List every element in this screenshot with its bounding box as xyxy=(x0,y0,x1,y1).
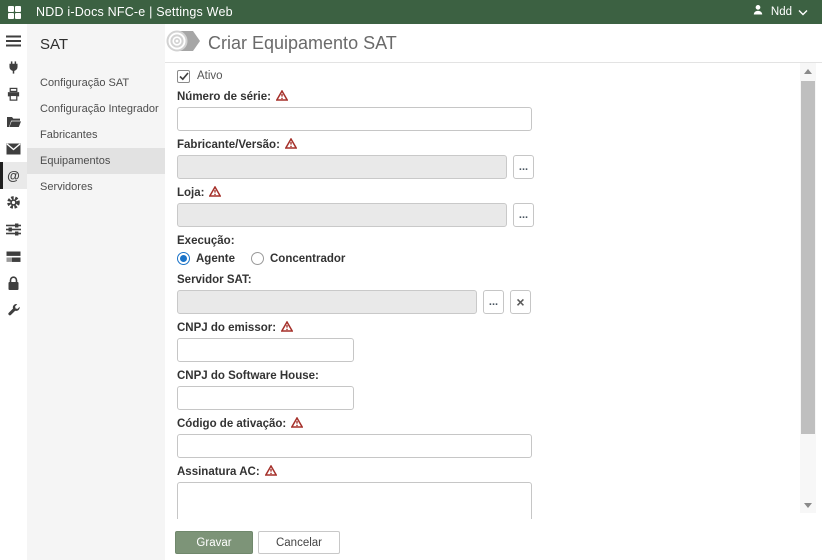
servidor-sat-label: Servidor SAT: xyxy=(177,273,252,286)
fabricante-versao-input xyxy=(177,155,507,179)
gear-icon[interactable] xyxy=(0,189,27,216)
assinatura-ac-textarea[interactable] xyxy=(177,482,532,519)
vertical-scrollbar[interactable] xyxy=(800,63,816,513)
menu-icon[interactable] xyxy=(0,27,27,54)
form-scroll-region: Ativo Número de série: Fabricante/Versão… xyxy=(165,62,822,519)
scroll-down-arrow[interactable] xyxy=(800,497,816,513)
active-checkbox-label: Ativo xyxy=(197,70,223,82)
radio-concentrador[interactable]: Concentrador xyxy=(250,252,345,265)
radio-agente[interactable]: Agente xyxy=(177,252,235,265)
active-checkbox[interactable]: Ativo xyxy=(177,69,822,83)
folder-open-icon[interactable] xyxy=(0,108,27,135)
radio-selected-icon xyxy=(177,252,190,265)
cancel-button[interactable]: Cancelar xyxy=(258,531,340,554)
codigo-ativacao-label: Código de ativação: xyxy=(177,416,822,431)
sidebar: SAT Configuração SAT Configuração Integr… xyxy=(27,24,165,560)
cnpj-emissor-label: CNPJ do emissor: xyxy=(177,320,822,335)
save-button[interactable]: Gravar xyxy=(175,531,253,554)
servidor-sat-clear-button[interactable]: × xyxy=(510,290,531,314)
warning-triangle-icon xyxy=(275,89,289,104)
icon-rail: @ xyxy=(0,24,27,560)
chevron-down-icon xyxy=(798,3,808,21)
warning-triangle-icon xyxy=(284,137,298,152)
lock-icon[interactable] xyxy=(0,270,27,297)
apps-grid-icon xyxy=(7,5,21,19)
sidebar-item-configuracao-integrador[interactable]: Configuração Integrador xyxy=(27,96,165,122)
warning-triangle-icon xyxy=(290,416,304,431)
scrollbar-thumb[interactable] xyxy=(801,81,815,434)
execucao-label: Execução: xyxy=(177,234,235,247)
numero-serie-input[interactable] xyxy=(177,107,532,131)
user-name: Ndd xyxy=(770,6,792,18)
sidebar-item-equipamentos[interactable]: Equipamentos xyxy=(27,148,165,174)
top-app-bar: NDD i-Docs NFC-e | Settings Web Ndd xyxy=(0,0,822,24)
execucao-radio-group: Agente Concentrador xyxy=(177,251,822,266)
cnpj-software-house-input[interactable] xyxy=(177,386,354,410)
target-banner-icon xyxy=(166,25,202,62)
warning-triangle-icon xyxy=(280,320,294,335)
mail-icon[interactable] xyxy=(0,135,27,162)
sidebar-item-configuracao-sat[interactable]: Configuração SAT xyxy=(27,70,165,96)
server-stack-icon[interactable] xyxy=(0,243,27,270)
codigo-ativacao-input[interactable] xyxy=(177,434,532,458)
loja-label: Loja: xyxy=(177,185,822,200)
fabricante-versao-label: Fabricante/Versão: xyxy=(177,137,822,152)
app-title: NDD i-Docs NFC-e | Settings Web xyxy=(36,5,233,19)
cnpj-emissor-input[interactable] xyxy=(177,338,354,362)
form-footer: Gravar Cancelar xyxy=(165,519,822,560)
at-sign-icon[interactable]: @ xyxy=(0,162,27,189)
content-area: Criar Equipamento SAT Ativo Número de sé… xyxy=(165,24,822,560)
sidebar-item-fabricantes[interactable]: Fabricantes xyxy=(27,122,165,148)
warning-triangle-icon xyxy=(264,464,278,479)
page-header: Criar Equipamento SAT xyxy=(165,24,822,62)
user-menu[interactable]: Ndd xyxy=(751,0,808,24)
cnpj-software-house-label: CNPJ do Software House: xyxy=(177,369,319,382)
servidor-sat-browse-button[interactable]: ... xyxy=(483,290,504,314)
sliders-icon[interactable] xyxy=(0,216,27,243)
user-icon xyxy=(751,3,765,22)
servidor-sat-input xyxy=(177,290,477,314)
plug-icon[interactable] xyxy=(0,54,27,81)
warning-triangle-icon xyxy=(208,185,222,200)
sidebar-item-servidores[interactable]: Servidores xyxy=(27,174,165,200)
apps-launcher-button[interactable] xyxy=(0,0,28,24)
radio-unselected-icon xyxy=(250,252,264,265)
checkbox-checked-icon xyxy=(177,69,190,83)
fabricante-versao-browse-button[interactable]: ... xyxy=(513,155,534,179)
assinatura-ac-label: Assinatura AC: xyxy=(177,464,822,479)
wrench-icon[interactable] xyxy=(0,297,27,324)
numero-serie-label: Número de série: xyxy=(177,89,822,104)
loja-browse-button[interactable]: ... xyxy=(513,203,534,227)
printer-icon[interactable] xyxy=(0,81,27,108)
page-title: Criar Equipamento SAT xyxy=(208,32,397,53)
sidebar-title: SAT xyxy=(40,36,69,53)
loja-input xyxy=(177,203,507,227)
scroll-up-arrow[interactable] xyxy=(800,63,816,79)
